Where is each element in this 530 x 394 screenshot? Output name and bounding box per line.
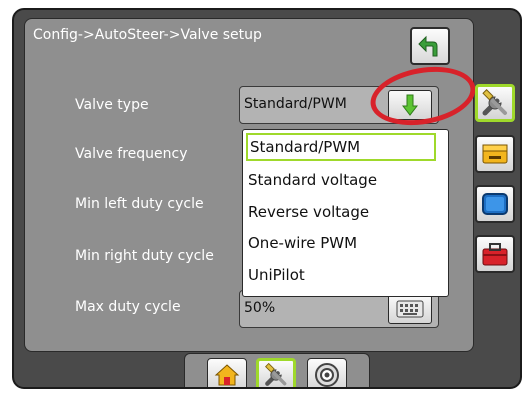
option-unipilot[interactable]: UniPilot bbox=[246, 261, 436, 289]
keyboard-icon bbox=[396, 300, 424, 318]
valve-frequency-label: Valve frequency bbox=[75, 146, 188, 162]
valve-setup-panel: Config->AutoSteer->Valve setup Valve typ… bbox=[24, 18, 474, 352]
keyboard-button[interactable] bbox=[388, 294, 432, 324]
valve-type-dropdown-list: Standard/PWM Standard voltage Reverse vo… bbox=[242, 129, 449, 297]
bottom-nav-bar bbox=[184, 353, 370, 387]
console-icon bbox=[482, 144, 508, 164]
option-one-wire-pwm[interactable]: One-wire PWM bbox=[246, 229, 436, 257]
steering-button[interactable] bbox=[307, 358, 347, 387]
side-tab-toolbox[interactable] bbox=[475, 235, 515, 273]
toolbox-icon bbox=[482, 243, 508, 266]
tools-icon bbox=[482, 89, 507, 116]
home-button[interactable] bbox=[207, 358, 247, 387]
option-standard-voltage[interactable]: Standard voltage bbox=[246, 166, 436, 194]
max-duty-cycle-label: Max duty cycle bbox=[75, 299, 181, 315]
tools-icon bbox=[265, 362, 287, 386]
steering-icon bbox=[315, 363, 339, 387]
valve-type-value: Standard/PWM bbox=[244, 96, 347, 112]
tools-button[interactable] bbox=[256, 358, 296, 387]
max-duty-cycle-value: 50% bbox=[244, 300, 276, 316]
side-tab-display[interactable] bbox=[475, 185, 515, 223]
device-screen: Config->AutoSteer->Valve setup Valve typ… bbox=[12, 8, 522, 389]
option-reverse-voltage[interactable]: Reverse voltage bbox=[246, 198, 436, 226]
back-arrow-icon bbox=[418, 35, 438, 57]
display-icon bbox=[482, 193, 508, 215]
min-right-duty-cycle-label: Min right duty cycle bbox=[75, 248, 214, 264]
valve-type-label: Valve type bbox=[75, 97, 149, 113]
min-left-duty-cycle-label: Min left duty cycle bbox=[75, 196, 204, 212]
side-tab-tools[interactable] bbox=[475, 84, 515, 122]
breadcrumb: Config->AutoSteer->Valve setup bbox=[33, 27, 262, 43]
side-tab-console[interactable] bbox=[475, 135, 515, 173]
option-standard-pwm[interactable]: Standard/PWM bbox=[246, 133, 436, 161]
back-button[interactable] bbox=[410, 27, 450, 65]
home-icon bbox=[214, 364, 240, 386]
